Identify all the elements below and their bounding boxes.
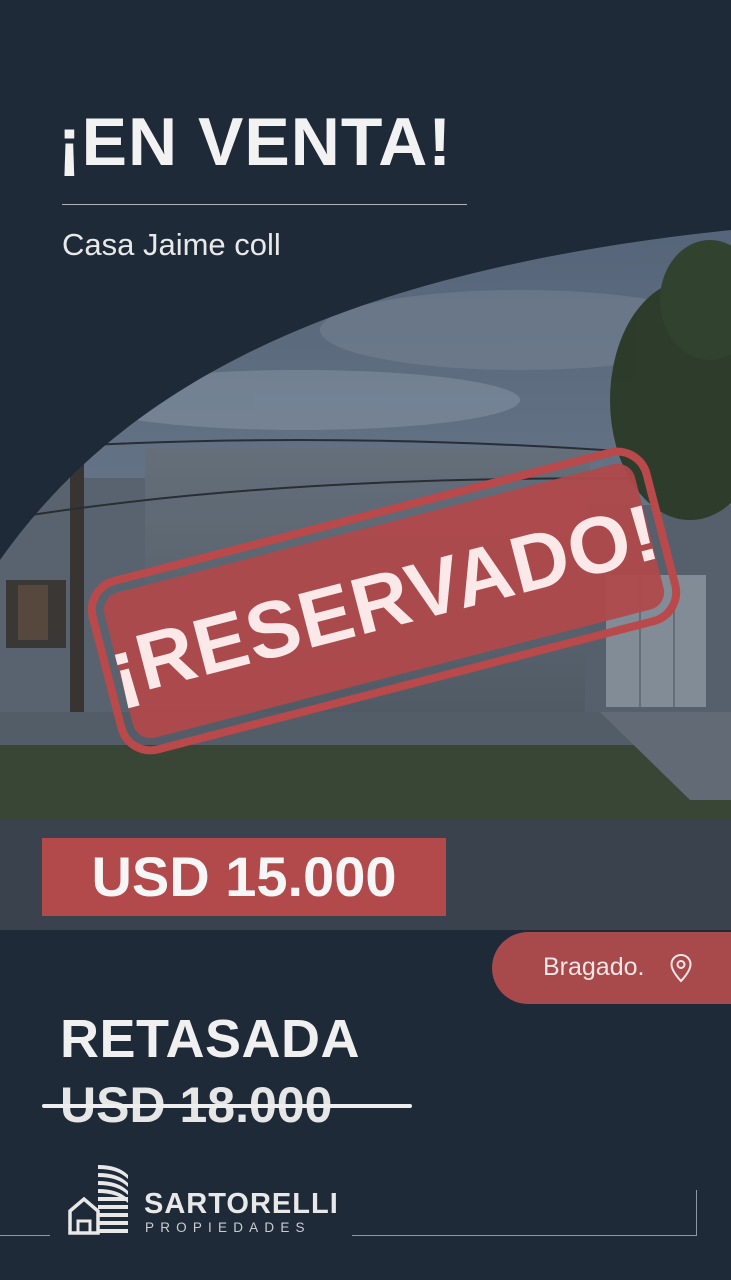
current-price: USD 15.000 xyxy=(91,845,397,908)
retasada-label: RETASADA xyxy=(60,1009,360,1069)
property-title: Casa Jaime coll xyxy=(62,227,281,262)
headline: ¡EN VENTA! xyxy=(58,104,453,180)
location-tag: Bragado. xyxy=(492,932,731,1004)
old-price-strikethrough xyxy=(42,1104,412,1108)
building-logo-icon xyxy=(68,1165,128,1235)
property-poster: ¡EN VENTA! Casa Jaime coll ¡RESERVADO! U… xyxy=(0,0,731,1280)
footer-line-vertical xyxy=(696,1190,697,1236)
map-pin-icon xyxy=(670,953,692,983)
brand-name: SARTORELLI xyxy=(144,1188,339,1220)
footer-line-right xyxy=(352,1235,696,1236)
price-badge: USD 15.000 xyxy=(42,838,446,916)
footer-line-left xyxy=(0,1235,50,1236)
location-city: Bragado. xyxy=(543,953,645,981)
header-divider xyxy=(62,204,467,205)
brand-subtitle: PROPIEDADES xyxy=(145,1220,311,1235)
